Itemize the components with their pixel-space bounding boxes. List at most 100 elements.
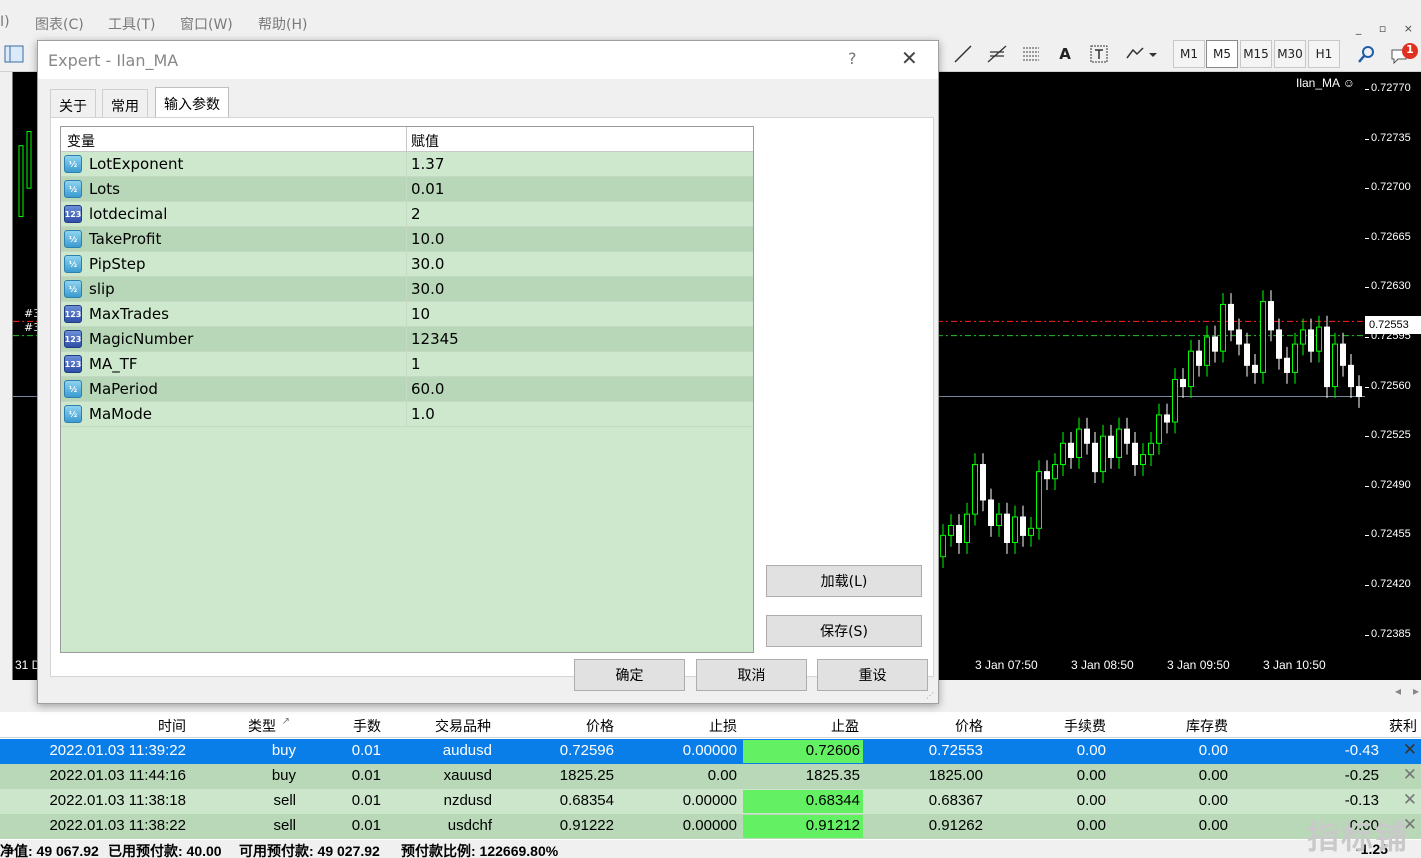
close-order-icon[interactable]: ✕ [1403,740,1417,760]
cell-profit: -0.43 [1344,742,1379,759]
text-tool-icon[interactable]: A [1052,40,1078,68]
param-row[interactable]: ½ MaMode 1.0 [61,402,753,427]
tab-about[interactable]: 关于 [50,89,96,117]
param-value[interactable]: 0.01 [411,180,444,198]
help-icon[interactable]: ? [848,49,857,68]
col-open-price[interactable]: 价格 [586,716,614,736]
reset-button[interactable]: 重设 [817,659,928,691]
col-commission[interactable]: 手续费 [1064,716,1106,736]
cell-sl: 0.00000 [682,742,737,759]
menu-help[interactable]: 帮助(H) [258,14,307,34]
cancel-button[interactable]: 取消 [696,659,807,691]
param-row[interactable]: ½ MaPeriod 60.0 [61,377,753,402]
param-row[interactable]: 123 MaxTrades 10 [61,302,753,327]
col-profit[interactable]: 获利 [1389,716,1417,736]
scroll-right-icon[interactable]: ▸ [1413,684,1419,698]
integer-type-icon: 123 [64,355,82,373]
candle-body [18,145,24,218]
col-sl[interactable]: 止损 [709,716,737,736]
param-value[interactable]: 10 [411,305,430,323]
menu-tools[interactable]: 工具(T) [108,14,155,34]
trade-row[interactable]: 2022.01.03 11:39:22 buy 0.01 audusd 0.72596 0… [0,739,1421,764]
cell-type: buy [271,742,296,759]
menu-window[interactable]: 窗口(W) [180,14,233,34]
save-button[interactable]: 保存(S) [766,615,922,647]
arrows-dropdown-icon[interactable] [1120,40,1160,68]
candle-body [1332,343,1338,388]
cell-type: buy [271,767,296,784]
param-row[interactable]: 123 lotdecimal 2 [61,202,753,227]
param-row[interactable]: 123 MA_TF 1 [61,352,753,377]
param-value[interactable]: 30.0 [411,255,444,273]
col-lots[interactable]: 手数 [353,716,381,736]
dialog-title: Expert - Ilan_MA [48,51,179,70]
col-swap[interactable]: 库存费 [1186,716,1228,736]
restore-icon[interactable]: ▫ [1379,22,1386,35]
timeframe-m5[interactable]: M5 [1206,40,1238,68]
tab-common[interactable]: 常用 [102,89,148,117]
param-value[interactable]: 10.0 [411,230,444,248]
param-row[interactable]: ½ Lots 0.01 [61,177,753,202]
col-type[interactable]: 类型 [248,716,276,736]
param-value[interactable]: 1.0 [411,405,435,423]
navigator-icon[interactable] [2,40,26,68]
tab-inputs[interactable]: 输入参数 [155,87,229,118]
param-value[interactable]: 2 [411,205,421,223]
trade-row[interactable]: 2022.01.03 11:44:16 buy 0.01 xauusd 1825.25 0… [0,764,1421,789]
menu-item-1[interactable]: I) [0,14,10,30]
minimize-icon[interactable]: _ [1356,22,1362,35]
candle-body [996,513,1002,526]
candle-body [1132,442,1138,466]
trade-row[interactable]: 2022.01.03 11:38:18 sell 0.01 nzdusd 0.68354… [0,789,1421,814]
param-value[interactable]: 60.0 [411,380,444,398]
param-row[interactable]: ½ LotExponent 1.37 [61,152,753,177]
param-row[interactable]: ½ PipStep 30.0 [61,252,753,277]
menu-charts[interactable]: 图表(C) [35,14,84,34]
col-symbol[interactable]: 交易品种 [435,716,491,736]
close-icon[interactable]: ✕ [901,46,918,70]
col-price[interactable]: 价格 [955,716,983,736]
param-value[interactable]: 1.37 [411,155,444,173]
candle-body [1124,428,1130,444]
param-value[interactable]: 1 [411,355,421,373]
cell-profit: -0.25 [1344,767,1379,784]
fibonacci-icon[interactable] [982,40,1012,68]
text-label-icon[interactable] [1086,40,1112,68]
timeframe-h1[interactable]: H1 [1308,40,1340,68]
param-row[interactable]: ½ slip 30.0 [61,277,753,302]
candle-body [1100,435,1106,473]
price-tick [1365,535,1369,537]
param-row[interactable]: 123 MagicNumber 12345 [61,327,753,352]
price-level-label: 0.72700 [1371,181,1411,194]
param-value[interactable]: 12345 [411,330,459,348]
param-value[interactable]: 30.0 [411,280,444,298]
notification-icon[interactable]: 1 [1388,40,1420,68]
status-equity: 净值: 49 067.92 [0,843,99,858]
candle-body [988,499,994,526]
line-tool-icon[interactable] [948,40,978,68]
close-order-icon[interactable]: ✕ [1403,765,1417,785]
cell-price: 0.68367 [928,792,983,809]
header-value[interactable]: 赋值 [411,131,439,151]
ok-button[interactable]: 确定 [574,659,685,691]
col-time[interactable]: 时间 [158,716,186,736]
trade-row[interactable]: 2022.01.03 11:38:22 sell 0.01 usdchf 0.91222… [0,814,1421,839]
header-variable[interactable]: 变量 [67,131,95,151]
scroll-left-icon[interactable]: ◂ [1395,684,1401,698]
price-level-label: 0.72665 [1371,230,1411,243]
close-order-icon[interactable]: ✕ [1403,790,1417,810]
candle-body [1356,386,1362,398]
search-icon[interactable] [1352,40,1380,68]
time-label: 3 Jan 09:50 [1167,658,1230,672]
load-button[interactable]: 加载(L) [766,565,922,597]
candle-body [1308,329,1314,352]
timeframe-m30[interactable]: M30 [1274,40,1306,68]
resize-grip-icon[interactable]: ⋰ [926,691,936,701]
param-row[interactable]: ½ TakeProfit 10.0 [61,227,753,252]
candle-body [1052,464,1058,480]
gann-grid-icon[interactable] [1016,40,1046,68]
close-icon[interactable]: × [1404,22,1413,35]
col-tp[interactable]: 止盈 [831,716,859,736]
timeframe-m1[interactable]: M1 [1173,40,1205,68]
timeframe-m15[interactable]: M15 [1240,40,1272,68]
